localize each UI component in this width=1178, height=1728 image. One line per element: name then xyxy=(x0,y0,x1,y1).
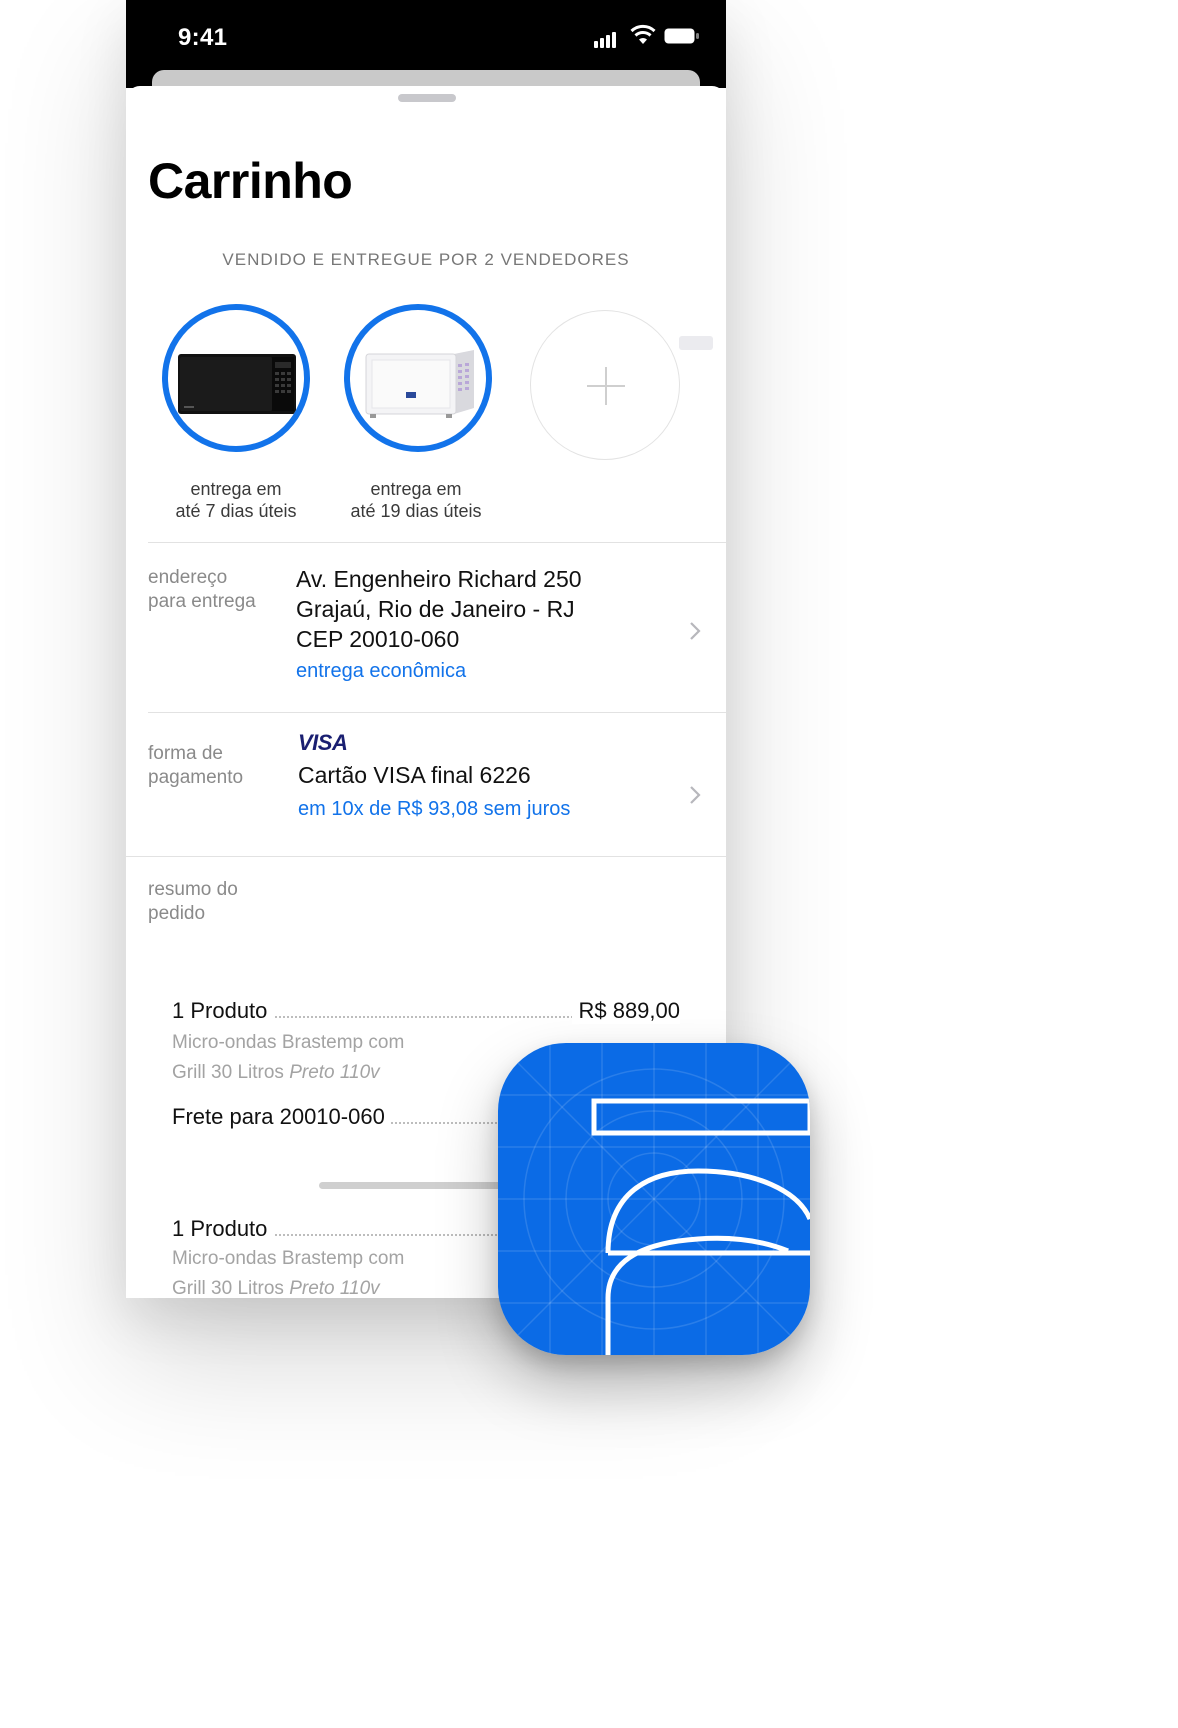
page-title: Carrinho xyxy=(148,153,353,209)
chevron-right-icon[interactable] xyxy=(688,784,702,806)
summary-item-1: 1 Produto R$ 889,00 xyxy=(172,998,680,1024)
status-time: 9:41 xyxy=(178,24,228,51)
item-description-2: Micro-ondas Brastemp com Grill 30 Litros… xyxy=(172,1248,405,1298)
address-row[interactable]: Av. Engenheiro Richard 250 Grajaú, Rio d… xyxy=(296,564,582,686)
cellular-signal-icon xyxy=(594,30,618,48)
item-quantity: 1 Produto xyxy=(172,1216,274,1241)
delivery-estimate-2: entrega em até 19 dias úteis xyxy=(350,479,482,521)
shipping-label: Frete para 20010-060 xyxy=(172,1104,391,1129)
payment-card[interactable]: Cartão VISA final 6226 xyxy=(298,762,531,789)
shipping-option-link[interactable]: entrega econômica xyxy=(296,656,582,686)
white-microwave-image xyxy=(365,350,474,418)
product-thumbnail-1[interactable] xyxy=(162,304,310,452)
black-microwave-image xyxy=(178,354,296,414)
delivery-estimate-1: entrega em até 7 dias úteis xyxy=(175,479,297,521)
americanas-app-icon xyxy=(498,1043,810,1355)
divider xyxy=(148,712,726,713)
item-price: R$ 889,00 xyxy=(572,998,680,1024)
installments-link[interactable]: em 10x de R$ 93,08 sem juros xyxy=(298,798,570,821)
battery-icon xyxy=(664,28,699,44)
visa-logo-icon: VISA xyxy=(298,730,348,755)
app-logo-icon xyxy=(498,1043,810,1355)
wifi-icon xyxy=(630,24,656,44)
divider xyxy=(126,856,726,857)
address-label: endereço para entrega xyxy=(148,567,256,612)
sheet-grabber[interactable] xyxy=(398,94,456,102)
summary-label: resumo do pedido xyxy=(148,879,238,924)
add-product-button[interactable] xyxy=(530,310,680,460)
payment-label: forma de pagamento xyxy=(148,743,244,788)
address-line1: Av. Engenheiro Richard 250 xyxy=(296,566,582,592)
address-line3: CEP 20010-060 xyxy=(296,626,460,652)
sellers-label: VENDIDO E ENTREGUE POR 2 VENDEDORES xyxy=(222,250,630,269)
product-thumbnail-2[interactable] xyxy=(344,304,492,452)
peek-item xyxy=(679,336,713,350)
divider xyxy=(148,542,726,543)
address-line2: Grajaú, Rio de Janeiro - RJ xyxy=(296,596,575,622)
item-description-1: Micro-ondas Brastemp com Grill 30 Litros… xyxy=(172,1032,405,1083)
chevron-right-icon[interactable] xyxy=(688,620,702,642)
item-quantity: 1 Produto xyxy=(172,998,274,1023)
